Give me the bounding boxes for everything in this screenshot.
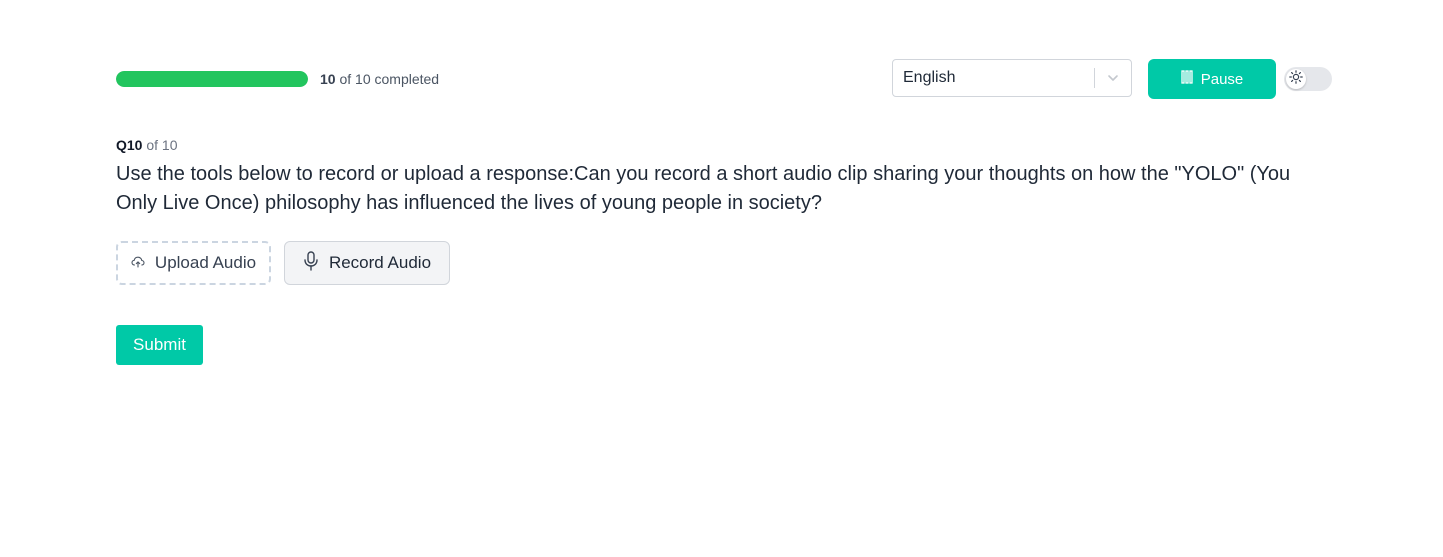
response-actions: Upload Audio Record Audio [116,241,450,285]
progress-section: 10 of 10 completed [116,71,439,87]
record-audio-button[interactable]: Record Audio [284,241,450,285]
upload-audio-button[interactable]: Upload Audio [116,241,271,285]
record-audio-label: Record Audio [328,253,432,272]
question-text: Use the tools below to record or upload … [116,163,1291,214]
pause-icon [1181,70,1193,88]
cloud-upload-icon [131,253,145,273]
toggle-knob [1286,69,1306,89]
question-total: of 10 [146,137,178,153]
page: 10 of 10 completed English Pause Q10 of … [0,0,1443,557]
progress-bar [116,71,308,87]
progress-suffix: of 10 completed [339,71,440,87]
pause-button[interactable]: Pause [1148,59,1276,99]
question-counter: Q10 of 10 [116,137,178,153]
theme-toggle[interactable] [1284,67,1332,91]
question-number: Q10 [116,137,143,153]
progress-completed-count: 10 [320,71,336,87]
sun-icon [1289,69,1303,89]
progress-text: 10 of 10 completed [320,71,439,87]
language-select-value: English [903,69,956,86]
language-select[interactable]: English [892,59,1132,97]
upload-audio-label: Upload Audio [154,253,257,272]
chevron-down-icon[interactable] [1095,60,1131,96]
microphone-icon [303,250,319,276]
progress-fill [116,71,308,87]
pause-button-label: Pause [1200,70,1244,88]
submit-button[interactable]: Submit [116,325,203,365]
